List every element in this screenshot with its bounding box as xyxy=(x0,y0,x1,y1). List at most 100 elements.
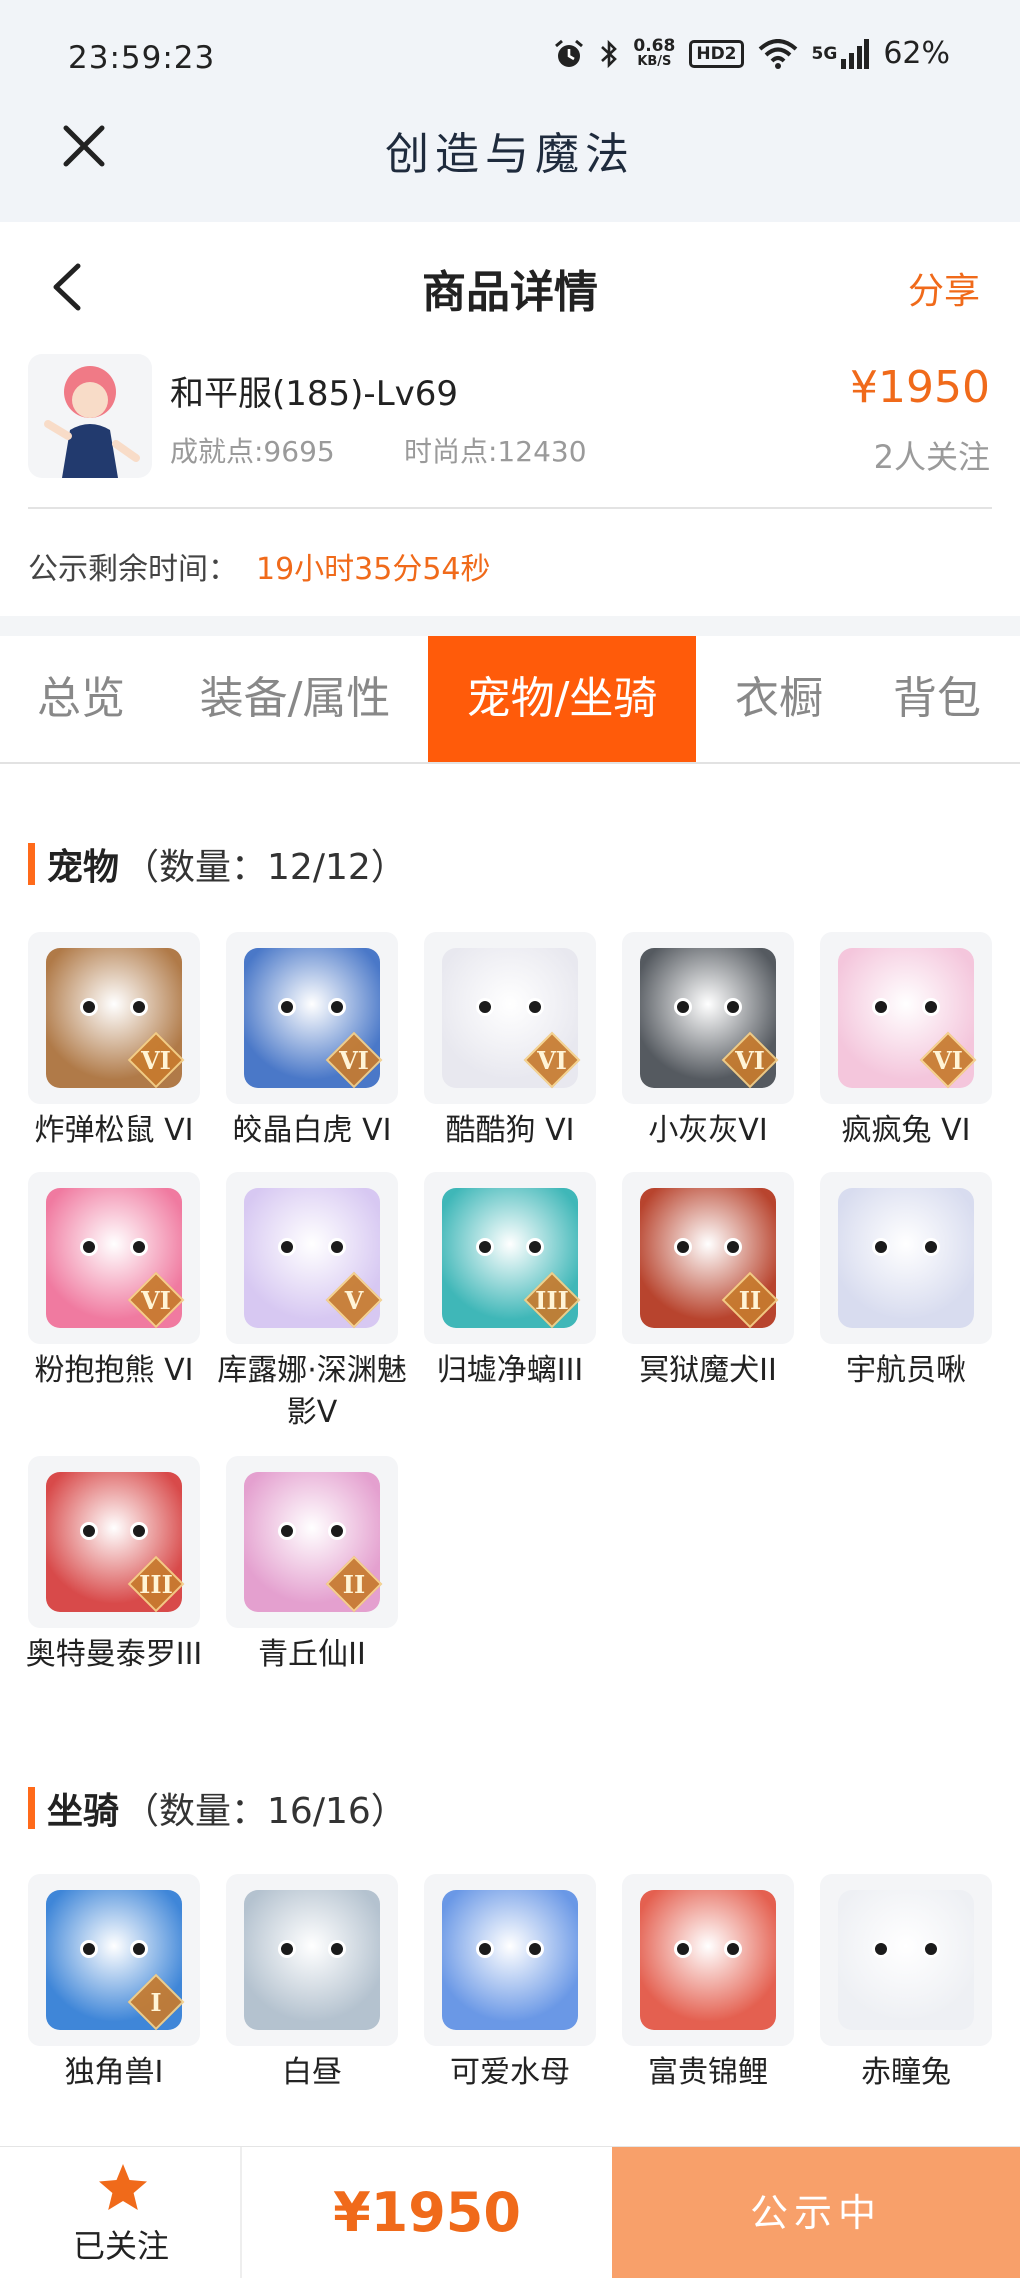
mount-portrait xyxy=(244,1890,380,2030)
section-accent-bar xyxy=(28,1787,35,1829)
tab-equipment[interactable]: 装备/属性 xyxy=(170,636,420,762)
pet-name: 炸弹松鼠 VI xyxy=(34,1113,194,1148)
rank-numeral: VI xyxy=(141,1285,171,1315)
mount-thumbnail xyxy=(622,1874,794,2046)
pet-item[interactable]: VI 炸弹松鼠 VI xyxy=(28,932,200,1152)
star-icon xyxy=(99,2164,147,2210)
public-time-label: 公示剩余时间： xyxy=(28,552,238,587)
alarm-icon xyxy=(555,39,584,67)
wifi-icon xyxy=(758,38,797,69)
mount-item[interactable]: 赤瞳兔 xyxy=(820,1874,992,2094)
page-title: 商品详情 xyxy=(422,267,598,318)
pet-item[interactable]: VI 皎晶白虎 VI xyxy=(226,932,398,1152)
mount-thumbnail xyxy=(424,1874,596,2046)
pet-thumbnail: III xyxy=(28,1456,200,1628)
mounts-section-header: 坐骑 （数量：16/16） xyxy=(28,1782,407,1834)
rank-numeral: VI xyxy=(537,1045,567,1075)
speed-value: 0.68 xyxy=(633,35,676,56)
mount-name: 赤瞳兔 xyxy=(861,2055,951,2090)
product-price: ¥1950 xyxy=(850,362,990,413)
pet-item[interactable]: 宇航员啾 xyxy=(820,1172,992,1392)
pet-eyes xyxy=(80,998,148,1016)
pet-item[interactable]: III 归墟净螭III xyxy=(424,1172,596,1392)
pet-eyes xyxy=(674,1238,742,1256)
bottom-price: ¥1950 xyxy=(333,2181,521,2244)
mount-portrait xyxy=(640,1890,776,2030)
pet-item[interactable]: VI 酷酷狗 VI xyxy=(424,932,596,1152)
pet-eyes xyxy=(674,998,742,1016)
mount-portrait xyxy=(838,1890,974,2030)
rank-badge-icon: VI xyxy=(127,1031,185,1089)
mount-item[interactable]: 富贵锦鲤 xyxy=(622,1874,794,2094)
pet-eyes xyxy=(80,1238,148,1256)
divider xyxy=(28,507,992,509)
mount-thumbnail: I xyxy=(28,1874,200,2046)
rank-badge-icon: VI xyxy=(721,1031,779,1089)
tab-overview[interactable]: 总览 xyxy=(0,636,162,762)
mount-eyes xyxy=(872,1940,940,1958)
rank-badge-icon: V xyxy=(325,1271,383,1329)
pet-thumbnail: II xyxy=(226,1456,398,1628)
tab-pets-mounts[interactable]: 宠物/坐骑 xyxy=(428,636,696,762)
pet-item[interactable]: VI 疯疯兔 VI xyxy=(820,932,992,1152)
hd-icon: HD2 xyxy=(689,39,744,68)
mount-name: 独角兽I xyxy=(64,2055,164,2090)
rank-numeral: VI xyxy=(933,1045,963,1075)
pet-thumbnail: II xyxy=(622,1172,794,1344)
pet-eyes xyxy=(872,1238,940,1256)
pet-eyes xyxy=(278,998,346,1016)
status-time: 23:59:23 xyxy=(68,40,216,76)
pet-thumbnail: VI xyxy=(424,932,596,1104)
pet-item[interactable]: II 青丘仙II xyxy=(226,1456,398,1676)
rank-numeral: III xyxy=(139,1569,173,1599)
rank-numeral: I xyxy=(150,1987,162,2017)
character-avatar xyxy=(28,354,152,478)
pet-item[interactable]: V 库露娜·深渊魅影V xyxy=(217,1172,407,1434)
pet-name: 皎晶白虎 VI xyxy=(232,1113,392,1148)
rank-numeral: V xyxy=(344,1285,364,1315)
rank-badge-icon: VI xyxy=(127,1271,185,1329)
mounts-title: 坐骑 xyxy=(47,1791,120,1832)
pet-name: 库露娜·深渊魅影V xyxy=(217,1353,407,1430)
mount-eyes xyxy=(80,1940,148,1958)
rank-badge-icon: II xyxy=(325,1555,383,1613)
signal-icon xyxy=(841,38,870,69)
mount-item[interactable]: I 独角兽I xyxy=(28,1874,200,2094)
share-button[interactable]: 分享 xyxy=(908,262,980,314)
pet-thumbnail: III xyxy=(424,1172,596,1344)
pet-name: 小灰灰VI xyxy=(648,1113,768,1148)
mount-name: 可爱水母 xyxy=(450,2055,570,2090)
pet-item[interactable]: VI 小灰灰VI xyxy=(622,932,794,1152)
rank-numeral: II xyxy=(738,1285,762,1315)
mount-thumbnail xyxy=(226,1874,398,2046)
mount-portrait xyxy=(442,1890,578,2030)
speed-unit: KB/S xyxy=(637,53,672,69)
mount-eyes xyxy=(278,1940,346,1958)
pet-name: 冥狱魔犬II xyxy=(639,1353,777,1388)
rank-badge-icon: VI xyxy=(523,1031,581,1089)
pet-item[interactable]: III 奥特曼泰罗III xyxy=(26,1456,202,1676)
rank-numeral: VI xyxy=(339,1045,369,1075)
fashion-points: 时尚点:12430 xyxy=(404,435,587,468)
favorite-button[interactable]: 已关注 xyxy=(0,2147,242,2278)
pet-item[interactable]: VI 粉抱抱熊 VI xyxy=(28,1172,200,1392)
mount-item[interactable]: 白昼 xyxy=(226,1874,398,2094)
pet-portrait xyxy=(838,1188,974,1328)
pet-name: 酷酷狗 VI xyxy=(445,1113,575,1148)
watcher-count: 2人关注 xyxy=(873,438,990,476)
public-time-remaining: 19小时35分54秒 xyxy=(256,552,491,587)
mount-name: 富贵锦鲤 xyxy=(648,2055,768,2090)
pet-eyes xyxy=(80,1522,148,1540)
rank-numeral: III xyxy=(535,1285,569,1315)
rank-numeral: VI xyxy=(735,1045,765,1075)
public-status-button[interactable]: 公示中 xyxy=(612,2147,1020,2278)
rank-numeral: VI xyxy=(141,1045,171,1075)
mount-item[interactable]: 可爱水母 xyxy=(424,1874,596,2094)
mounts-count: （数量：16/16） xyxy=(123,1791,407,1832)
tab-wardrobe[interactable]: 衣橱 xyxy=(704,636,854,762)
character-portrait xyxy=(44,366,140,478)
pet-item[interactable]: II 冥狱魔犬II xyxy=(622,1172,794,1392)
rank-badge-icon: III xyxy=(127,1555,185,1613)
pet-eyes xyxy=(476,998,544,1016)
tab-backpack[interactable]: 背包 xyxy=(862,636,1012,762)
